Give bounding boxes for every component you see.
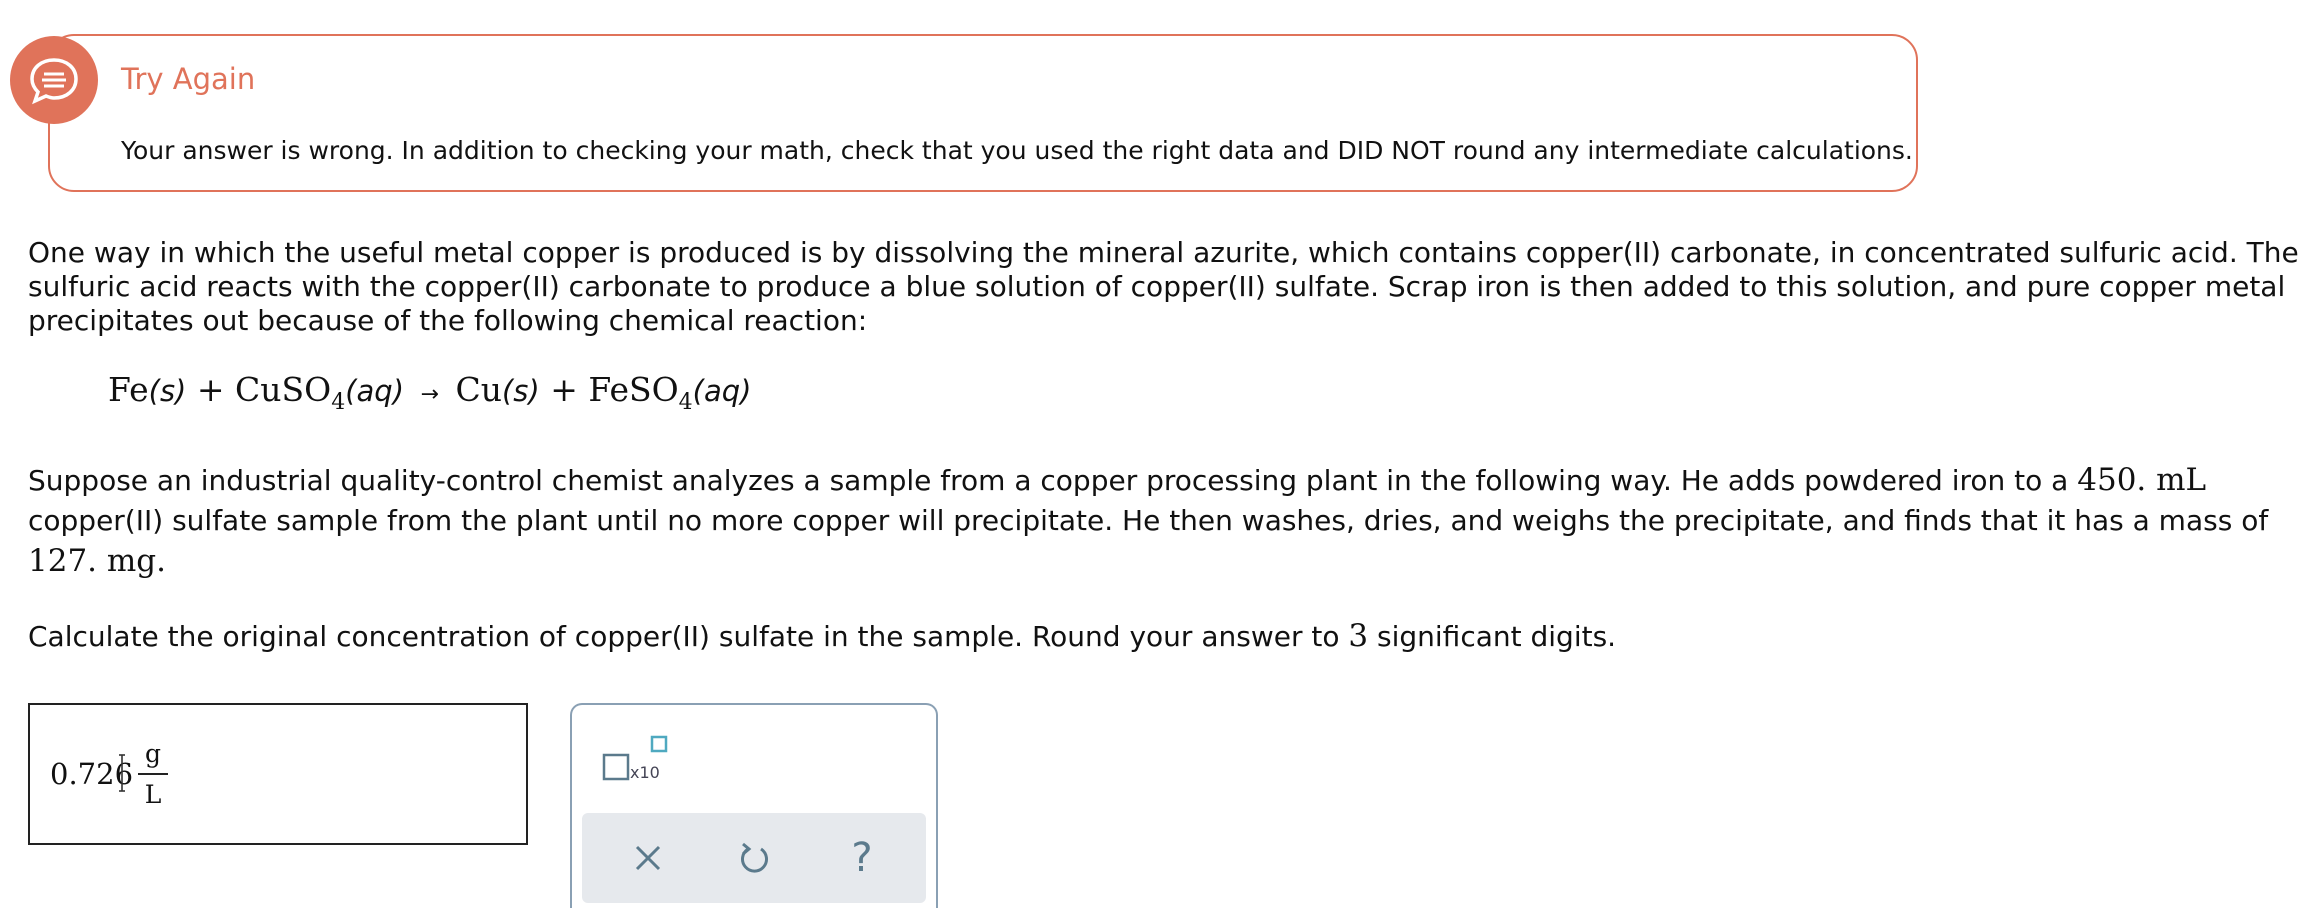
question-text-2: significant digits. [1368,620,1617,653]
eq-fe-state: (s) [148,374,187,408]
eq-cuso4: CuSO [235,370,332,409]
help-label: ? [851,835,873,881]
scientific-notation-button[interactable]: x10 [602,735,668,785]
undo-button[interactable] [724,828,784,888]
feedback-box [48,34,1918,192]
unit-denominator: L [144,780,162,809]
significant-digits: 3 [1348,618,1369,654]
sample-volume: 450. mL [2077,462,2207,498]
undo-icon [741,842,768,873]
problem-intro: One way in which the useful metal copper… [28,236,2299,337]
help-button[interactable]: ? [832,828,892,888]
eq-cu-state: (s) [501,374,540,408]
tool-action-bar: ? [582,813,926,903]
text-cursor-icon [119,754,125,792]
feedback-title: Try Again [121,62,256,96]
fraction-bar [138,773,168,775]
eq-cuso4-subscript: 4 [331,390,346,415]
eq-feso4-state: (aq) [692,374,752,408]
question-prompt: Calculate the original concentration of … [28,618,1616,654]
eq-cu: Cu [455,370,502,409]
setup-text-3: . [156,543,166,579]
chemical-equation: Fe(s) + CuSO4(aq) → Cu(s) + FeSO4(aq) [108,370,751,415]
unit-numerator: g [144,739,161,768]
speech-bubble-icon [10,36,98,124]
feedback-message: Your answer is wrong. In addition to che… [121,136,1913,165]
unit-fraction: g L [138,739,168,809]
reaction-arrow: → [420,382,439,407]
setup-text-2: copper(II) sulfate sample from the plant… [28,504,2269,537]
eq-plus: + [196,370,225,409]
clear-button[interactable] [618,828,678,888]
answer-input-box[interactable]: 0.726 g L [28,703,528,845]
precipitate-mass: 127. mg [28,543,157,579]
eq-cuso4-state: (aq) [345,374,405,408]
x-icon [635,845,661,871]
eq-fe: Fe [108,370,149,409]
eq-feso4-subscript: 4 [678,390,693,415]
answer-tools-panel: x10 ? [570,703,938,908]
eq-plus: + [550,370,578,409]
eq-feso4: FeSO [588,370,679,409]
question-text-1: Calculate the original concentration of … [28,620,1349,653]
x10-label: x10 [630,763,660,782]
setup-text-1: Suppose an industrial quality-control ch… [28,464,2078,497]
problem-setup: Suppose an industrial quality-control ch… [28,460,2313,582]
